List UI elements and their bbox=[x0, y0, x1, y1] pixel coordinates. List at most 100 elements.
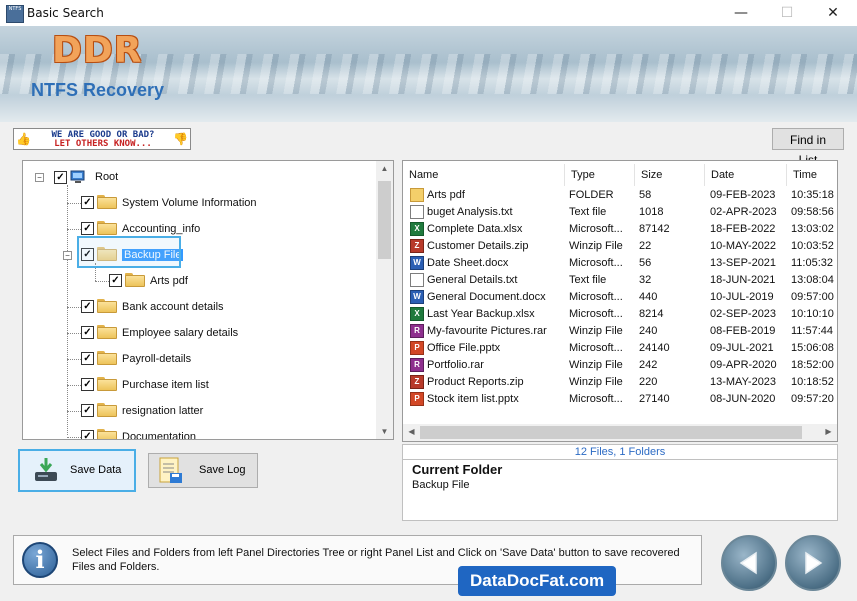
table-row[interactable]: Z Customer Details.zip Winzip File 22 10-MAY… bbox=[403, 238, 837, 255]
list-horizontal-scrollbar[interactable]: ◀ ▶ bbox=[403, 424, 837, 441]
back-arrow-icon bbox=[739, 551, 757, 575]
cell-name: Arts pdf bbox=[427, 189, 465, 201]
directory-tree-panel[interactable]: − ✓ Root ✓ System Volume Information ✓ A… bbox=[22, 160, 394, 440]
cell-time: 11:57:44 bbox=[791, 325, 834, 337]
cell-name: Office File.pptx bbox=[427, 342, 501, 354]
feedback-banner[interactable]: 👍 WE ARE GOOD OR BAD? LET OTHERS KNOW...… bbox=[13, 128, 191, 150]
scroll-up-arrow-icon[interactable]: ▲ bbox=[376, 164, 393, 173]
folder-icon bbox=[97, 429, 117, 439]
cell-type: FOLDER bbox=[569, 189, 614, 201]
save-log-button[interactable]: Save Log bbox=[148, 453, 258, 488]
cell-name: My-favourite Pictures.rar bbox=[427, 325, 547, 337]
docx-file-icon: W bbox=[410, 290, 424, 304]
minimize-button[interactable]: — bbox=[718, 0, 764, 26]
collapse-toggle[interactable]: − bbox=[35, 173, 44, 182]
checkbox[interactable]: ✓ bbox=[54, 171, 67, 184]
current-folder-box: Current Folder Backup File bbox=[402, 459, 838, 521]
checkbox[interactable]: ✓ bbox=[81, 222, 94, 235]
cell-size: 242 bbox=[639, 359, 658, 371]
folder-icon bbox=[97, 299, 117, 313]
zip-file-icon: Z bbox=[410, 375, 424, 389]
column-header-name[interactable]: Name bbox=[403, 164, 565, 186]
table-row[interactable]: General Details.txt Text file 32 18-JUN-202… bbox=[403, 272, 837, 289]
cell-type: Microsoft... bbox=[569, 393, 623, 405]
cell-type: Microsoft... bbox=[569, 257, 623, 269]
table-row[interactable]: Arts pdf FOLDER 58 09-FEB-2023 10:35:18 bbox=[403, 187, 837, 204]
checkbox[interactable]: ✓ bbox=[81, 196, 94, 209]
cell-time: 10:18:52 bbox=[791, 376, 834, 388]
column-header-time[interactable]: Time bbox=[787, 164, 837, 186]
table-row[interactable]: buget Analysis.txt Text file 1018 02-APR-20… bbox=[403, 204, 837, 221]
collapse-toggle[interactable]: − bbox=[63, 251, 72, 260]
window-title: Basic Search bbox=[27, 6, 104, 20]
tree-label: Documentation bbox=[122, 431, 196, 440]
product-name: NTFS Recovery bbox=[31, 80, 165, 100]
table-row[interactable]: W General Document.docx Microsoft... 440 10-… bbox=[403, 289, 837, 306]
scroll-left-arrow-icon[interactable]: ◀ bbox=[403, 427, 420, 436]
folder-icon bbox=[97, 325, 117, 339]
scroll-right-arrow-icon[interactable]: ▶ bbox=[820, 427, 837, 436]
table-row[interactable]: W Date Sheet.docx Microsoft... 56 13-SEP-202… bbox=[403, 255, 837, 272]
cell-name: Customer Details.zip bbox=[427, 240, 529, 252]
checkbox[interactable]: ✓ bbox=[81, 300, 94, 313]
maximize-button[interactable]: ☐ bbox=[764, 0, 810, 26]
back-button[interactable] bbox=[721, 535, 777, 591]
cell-name: Portfolio.rar bbox=[427, 359, 484, 371]
table-row[interactable]: X Last Year Backup.xlsx Microsoft... 8214 02… bbox=[403, 306, 837, 323]
txt-file-icon bbox=[410, 205, 424, 219]
column-header-date[interactable]: Date bbox=[705, 164, 787, 186]
cell-type: Microsoft... bbox=[569, 291, 623, 303]
ddr-logo: DDR bbox=[52, 30, 143, 71]
checkbox[interactable]: ✓ bbox=[109, 274, 122, 287]
cell-name: Stock item list.pptx bbox=[427, 393, 519, 405]
checkbox[interactable]: ✓ bbox=[81, 430, 94, 439]
find-in-list-button[interactable]: Find in List bbox=[772, 128, 844, 167]
file-list-panel[interactable]: Name Type Size Date Time Arts pdf FOLDER 5… bbox=[402, 160, 838, 442]
selection-highlight bbox=[77, 236, 181, 268]
table-row[interactable]: Z Product Reports.zip Winzip File 220 13-MAY… bbox=[403, 374, 837, 391]
checkbox[interactable]: ✓ bbox=[81, 326, 94, 339]
checkbox[interactable]: ✓ bbox=[81, 352, 94, 365]
scrollbar-thumb[interactable] bbox=[378, 181, 391, 259]
save-download-icon bbox=[35, 458, 57, 481]
checkbox[interactable]: ✓ bbox=[81, 404, 94, 417]
cell-time: 18:52:00 bbox=[791, 359, 834, 371]
cell-date: 18-JUN-2021 bbox=[710, 274, 776, 286]
table-row[interactable]: P Stock item list.pptx Microsoft... 27140 08… bbox=[403, 391, 837, 408]
app-icon: NTFS bbox=[6, 5, 24, 23]
cell-type: Microsoft... bbox=[569, 342, 623, 354]
save-data-label: Save Data bbox=[70, 464, 122, 476]
save-data-button[interactable]: Save Data bbox=[18, 449, 136, 492]
folder-icon bbox=[97, 195, 117, 209]
table-row[interactable]: R Portfolio.rar Winzip File 242 09-APR-2020 1… bbox=[403, 357, 837, 374]
column-header-type[interactable]: Type bbox=[565, 164, 635, 186]
column-header-size[interactable]: Size bbox=[635, 164, 705, 186]
thumbs-up-icon: 👍 bbox=[16, 132, 31, 146]
cell-date: 10-JUL-2019 bbox=[710, 291, 774, 303]
xlsx-file-icon: X bbox=[410, 307, 424, 321]
table-row[interactable]: P Office File.pptx Microsoft... 24140 09-JUL… bbox=[403, 340, 837, 357]
cell-date: 08-FEB-2019 bbox=[710, 325, 776, 337]
tree-scrollbar[interactable]: ▲ ▼ bbox=[376, 161, 393, 439]
tree-label: System Volume Information bbox=[122, 197, 257, 209]
cell-date: 18-FEB-2022 bbox=[710, 223, 776, 235]
close-button[interactable]: ✕ bbox=[810, 0, 856, 26]
tree-label: Root bbox=[95, 171, 119, 183]
cell-size: 8214 bbox=[639, 308, 664, 320]
cell-time: 13:03:02 bbox=[791, 223, 834, 235]
checkbox[interactable]: ✓ bbox=[81, 378, 94, 391]
current-folder-title: Current Folder bbox=[412, 462, 503, 477]
scroll-down-arrow-icon[interactable]: ▼ bbox=[376, 427, 393, 436]
table-row[interactable]: R My-favourite Pictures.rar Winzip File 240… bbox=[403, 323, 837, 340]
save-log-label: Save Log bbox=[199, 464, 246, 476]
table-row[interactable]: X Complete Data.xlsx Microsoft... 87142 18-F… bbox=[403, 221, 837, 238]
folder-icon bbox=[125, 273, 145, 287]
cell-name: General Details.txt bbox=[427, 274, 518, 286]
cell-type: Microsoft... bbox=[569, 308, 623, 320]
cell-size: 27140 bbox=[639, 393, 670, 405]
scrollbar-thumb[interactable] bbox=[420, 426, 802, 439]
cell-size: 22 bbox=[639, 240, 652, 252]
folder-icon bbox=[97, 403, 117, 417]
cell-name: General Document.docx bbox=[427, 291, 546, 303]
next-button[interactable] bbox=[785, 535, 841, 591]
